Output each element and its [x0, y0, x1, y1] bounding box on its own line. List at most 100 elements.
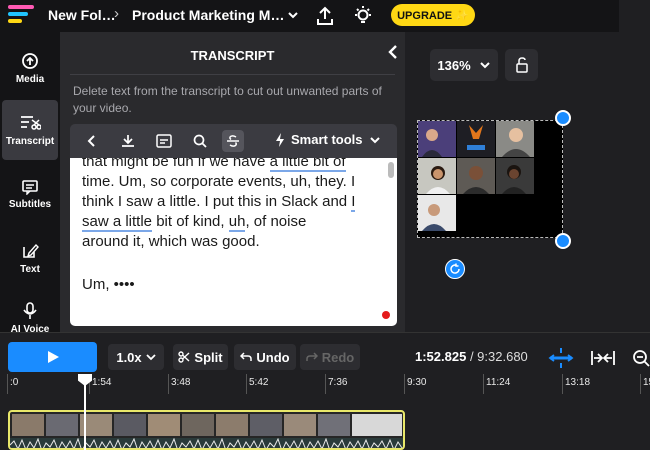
share-icon[interactable]: [314, 5, 336, 27]
video-preview[interactable]: [417, 120, 563, 238]
chevron-down-icon[interactable]: [286, 8, 300, 22]
ruler-label: 11:24: [486, 377, 511, 388]
panel-title: TRANSCRIPT: [190, 48, 275, 63]
participant-thumbnail: [418, 158, 456, 194]
clip-thumbnail: [216, 414, 248, 436]
sidebar-item-text[interactable]: Text: [2, 228, 58, 288]
transcript-highlight[interactable]: a little bit of: [269, 158, 346, 172]
play-button[interactable]: [8, 342, 97, 372]
breadcrumb-file[interactable]: Product Marketing M…: [132, 7, 284, 23]
redo-label: Redo: [321, 349, 355, 365]
ruler-tick: [640, 374, 641, 394]
redo-button[interactable]: Redo: [300, 344, 360, 370]
video-tile: [457, 158, 495, 194]
captions-button[interactable]: [153, 130, 175, 152]
strikethrough-icon: [227, 135, 239, 147]
upload-icon: [22, 52, 38, 69]
transcript-segment[interactable]: bit of kind,: [152, 213, 229, 230]
captions-icon: [156, 134, 172, 148]
app-logo[interactable]: [8, 5, 36, 27]
timecode: 1:52.825 / 9:32.680: [415, 349, 528, 364]
search-icon: [193, 134, 207, 148]
participant-thumbnail: [496, 158, 534, 194]
undo-button[interactable]: Undo: [234, 344, 296, 370]
zoom-out-icon[interactable]: [631, 347, 650, 369]
breadcrumb-project[interactable]: New Fol…: [48, 7, 116, 23]
participant-thumbnail: [457, 158, 495, 194]
transcript-editor[interactable]: that might be fun if we have a little bi…: [70, 158, 397, 326]
undo-icon: [240, 352, 253, 361]
ruler-label: :0: [10, 377, 19, 388]
strikethrough-button[interactable]: [222, 130, 244, 152]
resize-handle-top-right[interactable]: [555, 110, 571, 126]
text-edit-icon: [23, 243, 39, 258]
upgrade-button[interactable]: UPGRADE ✨: [391, 4, 475, 26]
audio-waveform: [10, 438, 403, 448]
clip-thumbnail: [114, 414, 146, 436]
clip-thumbnail: [250, 414, 282, 436]
download-button[interactable]: [117, 130, 139, 152]
video-tile: [418, 195, 456, 231]
transcript-segment[interactable]: around it, which was good.: [82, 233, 260, 250]
transcript-segment[interactable]: Um, ••••: [82, 276, 135, 293]
clip-thumbnail: [318, 414, 350, 436]
participant-thumbnail: [418, 195, 456, 231]
sidebar-item-transcript[interactable]: Transcript: [2, 100, 58, 160]
back-button[interactable]: [81, 130, 103, 152]
sidebar: Media Transcript Subtitles Text AI Voice: [0, 32, 60, 335]
video-tile: [418, 158, 456, 194]
ruler-label: 13:18: [565, 377, 591, 388]
sidebar-item-label: Transcript: [5, 135, 55, 147]
transcript-highlight[interactable]: saw a little: [82, 213, 153, 232]
clip-thumbnail: [352, 414, 402, 436]
transcript-highlight[interactable]: I: [351, 193, 356, 212]
chevron-down-icon: [146, 354, 156, 361]
rotate-button[interactable]: [445, 259, 465, 279]
ruler-tick: [168, 374, 169, 394]
transcript-segment[interactable]: think I saw a little. I put this in Slac…: [82, 193, 351, 210]
recording-indicator: [382, 311, 390, 319]
zoom-value: 136%: [437, 57, 471, 73]
video-track-clip[interactable]: [8, 410, 405, 450]
divider: [70, 74, 395, 75]
fit-timeline-icon[interactable]: [590, 347, 616, 369]
transcript-segment[interactable]: , of noise: [245, 213, 306, 230]
transcript-highlight[interactable]: uh: [228, 213, 246, 232]
split-button[interactable]: Split: [173, 344, 228, 370]
ruler-tick: [562, 374, 563, 394]
transcript-segment[interactable]: time. Um, so corporate events, uh, they.…: [82, 173, 355, 190]
panel-description: Delete text from the transcript to cut o…: [73, 84, 382, 115]
transcript-scrollbar[interactable]: [388, 162, 394, 178]
video-tile: [457, 121, 495, 157]
ruler-label: 7:36: [328, 377, 348, 388]
scissors-icon: [178, 351, 190, 363]
chevron-left-icon: [87, 135, 95, 147]
unlock-icon: [516, 57, 528, 73]
sidebar-item-subtitles[interactable]: Subtitles: [2, 164, 58, 224]
ruler-label: 15: [643, 377, 650, 388]
ruler-tick: [7, 374, 8, 394]
video-tile: [496, 121, 534, 157]
participant-thumbnail: [418, 121, 456, 157]
lightbulb-icon[interactable]: [352, 5, 374, 27]
sidebar-item-label: Text: [20, 263, 40, 275]
speed-select[interactable]: 1.0x: [108, 344, 164, 370]
subtitles-icon: [22, 179, 38, 195]
transcript-text[interactable]: that might be fun if we have a little bi…: [82, 158, 382, 252]
video-tile: [496, 158, 534, 194]
timeline-ruler[interactable]: :0 1:54 3:48 5:42 7:36 9:30 11:24 13:18 …: [0, 374, 650, 394]
resize-handle-bottom-right[interactable]: [555, 233, 571, 249]
transcript-panel: TRANSCRIPT Delete text from the transcri…: [60, 32, 405, 332]
search-button[interactable]: [189, 130, 211, 152]
transcript-icon: [21, 115, 41, 130]
ruler-tick: [246, 374, 247, 394]
zoom-select[interactable]: 136%: [430, 49, 498, 81]
ruler-label: 1:54: [92, 377, 112, 388]
collapse-panel-icon[interactable]: [384, 42, 404, 62]
smart-tools-button[interactable]: Smart tools: [275, 132, 381, 147]
ruler-tick: [404, 374, 405, 394]
sidebar-item-media[interactable]: Media: [2, 38, 58, 98]
transcript-segment[interactable]: that might be fun if we have: [82, 158, 270, 170]
snap-to-playhead-icon[interactable]: [548, 347, 574, 369]
lock-button[interactable]: [505, 49, 538, 81]
